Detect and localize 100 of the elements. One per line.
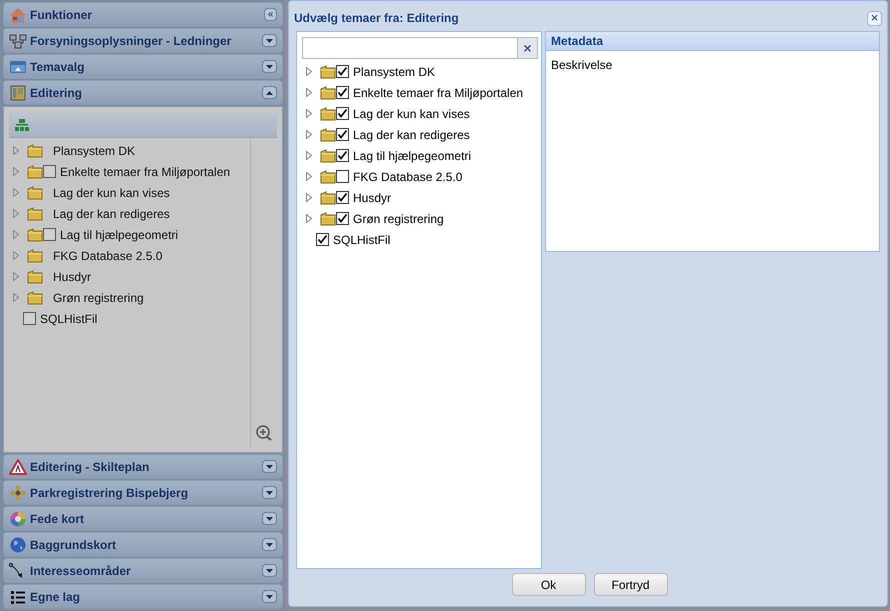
panel-header[interactable]: Temavalg xyxy=(3,54,283,79)
folder-icon xyxy=(27,290,43,304)
collapse-button[interactable]: « xyxy=(264,8,277,21)
tree-item-label[interactable]: Plansystem DK xyxy=(353,62,436,80)
panel-title: Forsyningsoplysninger - Ledninger xyxy=(30,32,232,50)
folder-icon xyxy=(27,228,43,242)
checkbox[interactable] xyxy=(336,86,349,99)
panel-title: Temavalg xyxy=(30,58,86,76)
folder-icon xyxy=(27,164,43,178)
panel-header[interactable]: Fede kort xyxy=(3,506,283,531)
color-wheel-icon xyxy=(10,510,26,526)
folder-icon xyxy=(320,106,336,120)
panel-title: Baggrundskort xyxy=(30,536,118,554)
folder-icon xyxy=(320,128,336,142)
tree-item-label[interactable]: Lag der kun kan vises xyxy=(353,104,470,122)
tree-item-label[interactable]: Husdyr xyxy=(353,188,392,206)
toggle-button[interactable] xyxy=(262,590,277,603)
expand-arrow-icon[interactable] xyxy=(306,193,312,202)
tree-item-label[interactable]: Lag der kan redigeres xyxy=(353,126,470,144)
tree-item-label[interactable]: Lag der kan redigeres xyxy=(53,204,170,222)
expand-arrow-icon[interactable] xyxy=(306,109,312,118)
toggle-button[interactable] xyxy=(262,538,277,551)
toggle-button[interactable] xyxy=(262,34,277,47)
panel-title: Fede kort xyxy=(30,510,86,528)
toggle-button[interactable] xyxy=(262,486,277,499)
folder-icon xyxy=(320,190,336,204)
zoom-in-icon[interactable] xyxy=(256,425,272,441)
tree-item-label[interactable]: Plansystem DK xyxy=(53,142,136,160)
panel-title: Egne lag xyxy=(30,588,82,606)
tree-item-label[interactable]: Lag til hjælpegeometri xyxy=(353,146,472,164)
panel-title: Editering xyxy=(30,84,84,102)
panel-header[interactable]: Forsyningsoplysninger - Ledninger xyxy=(3,28,283,53)
checkbox[interactable] xyxy=(23,312,36,325)
panel-header[interactable]: Funktioner « xyxy=(3,2,283,27)
tree-item-label[interactable]: FKG Database 2.5.0 xyxy=(353,168,462,186)
checkbox[interactable] xyxy=(336,107,349,120)
tree-item-label[interactable]: Husdyr xyxy=(53,268,92,286)
panel-header[interactable]: Egne lag xyxy=(3,584,283,609)
tree-item-label[interactable]: FKG Database 2.5.0 xyxy=(53,246,162,264)
expand-arrow-icon[interactable] xyxy=(306,130,312,139)
tree-item-label[interactable]: Lag til hjælpegeometri xyxy=(60,226,178,244)
checkbox[interactable] xyxy=(43,165,56,178)
metadata-header: Metadata xyxy=(546,32,879,51)
toggle-button[interactable] xyxy=(262,512,277,525)
toggle-button[interactable] xyxy=(262,60,277,73)
folder-icon xyxy=(27,186,43,200)
checkbox[interactable] xyxy=(336,65,349,78)
warning-sign-icon xyxy=(9,458,27,474)
folder-icon xyxy=(320,148,336,162)
metadata-text: Beskrivelse xyxy=(550,57,614,74)
tree-item-label[interactable]: Grøn registrering xyxy=(53,288,144,306)
panel-header[interactable]: Baggrundskort xyxy=(3,532,283,557)
dialog-title: Udvælg temaer fra: Editering xyxy=(294,10,460,27)
expand-arrow-icon[interactable] xyxy=(306,151,312,160)
panel-title: Editering - Skilteplan xyxy=(30,458,150,476)
toggle-button[interactable] xyxy=(262,564,277,577)
checkbox[interactable] xyxy=(336,170,349,183)
folder-icon xyxy=(320,86,336,100)
folder-icon xyxy=(320,64,336,78)
tree-item-label[interactable]: Lag der kun kan vises xyxy=(53,184,170,202)
tree-item-label[interactable]: Grøn registrering xyxy=(353,210,444,228)
checkbox[interactable] xyxy=(316,233,329,246)
expand-arrow-icon[interactable] xyxy=(306,214,312,223)
dialog-button[interactable]: Fortryd xyxy=(594,573,668,596)
tree-item-label[interactable]: SQLHistFil xyxy=(333,230,390,248)
tree-item-label[interactable]: Enkelte temaer fra Miljøportalen xyxy=(60,162,230,180)
checkbox[interactable] xyxy=(336,191,349,204)
checkbox[interactable] xyxy=(336,128,349,141)
folder-icon xyxy=(320,170,336,184)
list-icon xyxy=(10,590,26,604)
tree-item-label[interactable]: Enkelte temaer fra Miljøportalen xyxy=(353,84,524,102)
globe-icon xyxy=(10,536,26,552)
checkbox[interactable] xyxy=(336,212,349,225)
window-icon xyxy=(9,60,27,74)
folder-icon xyxy=(27,270,43,284)
folder-icon xyxy=(27,206,43,220)
checkbox[interactable] xyxy=(43,228,56,241)
close-button[interactable]: × xyxy=(867,10,882,26)
expand-arrow-icon[interactable] xyxy=(306,172,312,181)
folder-icon xyxy=(27,144,43,158)
folder-icon xyxy=(27,248,43,262)
toggle-button[interactable] xyxy=(262,86,277,99)
panel-header[interactable]: Interesseområder xyxy=(3,558,283,583)
panel-header[interactable]: Editering xyxy=(3,80,283,105)
expand-arrow-icon[interactable] xyxy=(306,67,312,76)
panel-title: Parkregistrering Bispebjerg xyxy=(30,484,190,502)
folder-icon xyxy=(320,212,336,226)
panel-title: Funktioner xyxy=(30,6,93,24)
panel-title: Interesseområder xyxy=(30,562,132,580)
dialog-button[interactable]: Ok xyxy=(512,573,586,596)
tree-item-label[interactable]: SQLHistFil xyxy=(40,310,98,328)
expand-arrow-icon[interactable] xyxy=(306,88,312,97)
house-icon xyxy=(9,6,27,24)
map-icon xyxy=(10,84,26,100)
flower-icon xyxy=(10,484,26,500)
network-icon xyxy=(9,32,27,48)
toggle-button[interactable] xyxy=(262,460,277,473)
checkbox[interactable] xyxy=(336,149,349,162)
panel-header[interactable]: Parkregistrering Bispebjerg xyxy=(3,480,283,505)
panel-header[interactable]: Editering - Skilteplan xyxy=(3,454,283,479)
